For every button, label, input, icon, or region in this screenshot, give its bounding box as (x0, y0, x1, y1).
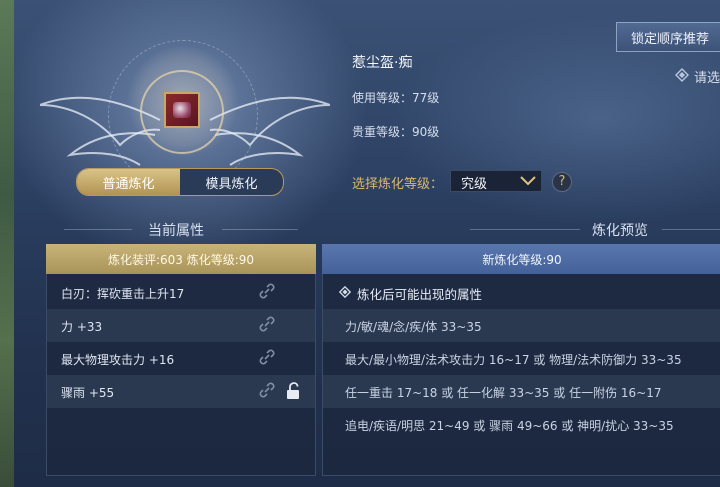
divider (662, 229, 720, 230)
attribute-row[interactable]: 骤雨 +55 (47, 375, 315, 408)
divider (64, 229, 132, 230)
preview-subtitle-row: 炼化后可能出现的属性 (323, 276, 720, 309)
item-use-level: 使用等级：77级 (352, 91, 440, 105)
chain-link-icon[interactable] (259, 382, 275, 398)
preview-row: 任一重击 17~18 或 任一化解 33~35 或 任一附伤 16~17 (323, 375, 720, 408)
lock-order-recommend-button[interactable]: 锁定顺序推荐 (616, 22, 720, 52)
divider (470, 229, 580, 230)
item-value-level: 贵重等级：90级 (352, 125, 440, 139)
preview-text: 最大/最小物理/法术攻击力 16~17 或 物理/法术防御力 33~35 (345, 353, 682, 367)
refine-level-value: 究级 (461, 177, 488, 192)
chain-link-icon[interactable] (259, 283, 275, 299)
diamond-icon (675, 68, 689, 82)
current-attributes-title: 当前属性 (148, 223, 204, 239)
attribute-text: 骤雨 +55 (61, 386, 115, 400)
divider (222, 229, 298, 230)
help-button[interactable]: ? (552, 172, 572, 192)
current-attributes-header: 炼化装评:603 炼化等级:90 (46, 244, 316, 274)
refine-preview-title: 炼化预览 (592, 223, 648, 239)
attribute-text: 力 +33 (61, 320, 103, 334)
attribute-row[interactable]: 最大物理攻击力 +16 (47, 342, 315, 375)
refine-mode-tabs: 普通炼化 模具炼化 (76, 168, 284, 196)
preview-row: 追电/疾语/明思 21~49 或 骤雨 49~66 或 神明/扰心 33~35 (323, 408, 720, 441)
scene-edge (0, 0, 14, 487)
refine-preview-header: 新炼化等级:90 (322, 244, 720, 274)
attribute-row[interactable]: 白刃：挥砍重击上升17 (47, 276, 315, 309)
hint-text: 请选 (694, 71, 720, 86)
preview-text: 追电/疾语/明思 21~49 或 骤雨 49~66 或 神明/扰心 33~35 (345, 419, 674, 433)
item-name: 惹尘盔·痴 (352, 55, 413, 71)
item-slot[interactable] (164, 92, 200, 128)
preview-row: 力/敏/魂/念/疾/体 33~35 (323, 309, 720, 342)
tab-normal-refine[interactable]: 普通炼化 (77, 169, 180, 195)
attribute-text: 最大物理攻击力 +16 (61, 353, 175, 367)
attribute-text: 白刃：挥砍重击上升17 (61, 287, 185, 301)
chevron-down-icon (520, 176, 536, 186)
chain-link-icon[interactable] (259, 316, 275, 332)
preview-text: 任一重击 17~18 或 任一化解 33~35 或 任一附伤 16~17 (345, 386, 662, 400)
preview-text: 力/敏/魂/念/疾/体 33~35 (345, 320, 482, 334)
preview-row: 最大/最小物理/法术攻击力 16~17 或 物理/法术防御力 33~35 (323, 342, 720, 375)
preview-subtitle: 炼化后可能出现的属性 (357, 287, 483, 302)
refine-level-label: 选择炼化等级： (352, 177, 444, 192)
diamond-icon (339, 286, 351, 298)
unlock-icon[interactable] (285, 382, 301, 400)
refine-level-select[interactable]: 究级 (450, 170, 542, 192)
helmet-icon (173, 102, 191, 118)
tab-mold-refine[interactable]: 模具炼化 (180, 169, 283, 195)
attribute-row[interactable]: 力 +33 (47, 309, 315, 342)
chain-link-icon[interactable] (259, 349, 275, 365)
